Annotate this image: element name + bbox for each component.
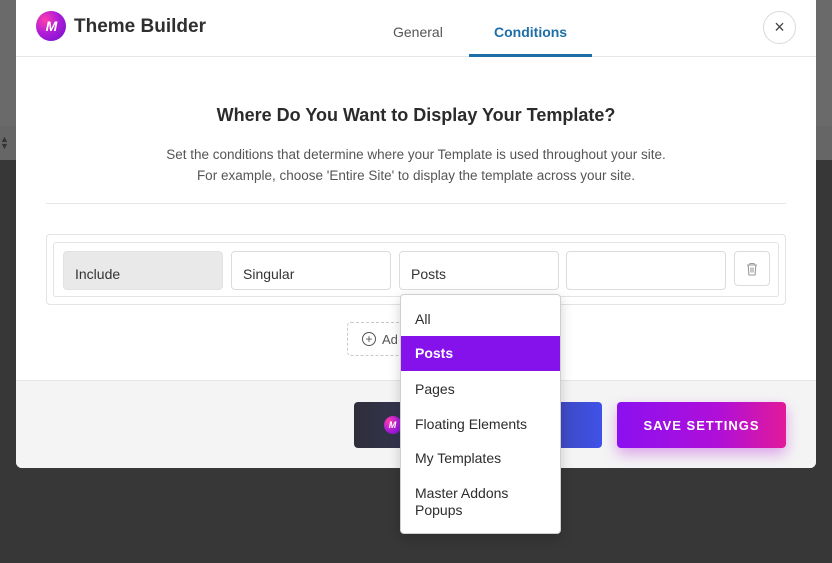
save-settings-button[interactable]: SAVE SETTINGS: [617, 402, 786, 448]
dropdown-option-posts[interactable]: Posts: [401, 336, 560, 371]
description-line-2: For example, choose 'Entire Site' to dis…: [196, 168, 636, 183]
logo-letter: M: [45, 18, 58, 34]
trash-icon: [747, 262, 757, 276]
dropdown-option-all[interactable]: All: [401, 311, 560, 327]
delete-condition-button[interactable]: [734, 251, 770, 286]
close-icon: ×: [774, 17, 785, 37]
condition-target-select[interactable]: Posts: [399, 251, 559, 290]
tab-conditions[interactable]: Conditions: [494, 24, 567, 40]
condition-extra-select[interactable]: [566, 251, 726, 290]
page-description: Set the conditions that determine where …: [16, 144, 816, 186]
dropdown-option-floating-elements[interactable]: Floating Elements: [401, 416, 560, 432]
condition-scope-select[interactable]: Singular: [231, 251, 391, 290]
modal-header: M Theme Builder General Conditions ×: [16, 0, 816, 57]
divider: [46, 203, 786, 204]
dropdown-option-pages[interactable]: Pages: [401, 381, 560, 397]
target-dropdown-menu: All Posts Pages Floating Elements My Tem…: [400, 294, 561, 534]
dropdown-option-master-addons-popups[interactable]: Master Addons Popups: [401, 485, 521, 519]
condition-type-select[interactable]: Include: [63, 251, 223, 290]
page-title: Where Do You Want to Display Your Templa…: [216, 105, 616, 125]
description-line-1: Set the conditions that determine where …: [166, 147, 666, 162]
tab-general[interactable]: General: [393, 24, 443, 40]
master-addons-logo-icon: M: [36, 11, 66, 41]
add-condition-label: Ad: [382, 331, 398, 347]
close-button[interactable]: ×: [763, 11, 796, 44]
app-title: Theme Builder: [74, 16, 206, 37]
dropdown-option-my-templates[interactable]: My Templates: [401, 450, 560, 466]
background-stepper-icon: ▲ ▼: [0, 134, 9, 151]
plus-circle-icon: +: [362, 332, 376, 346]
active-tab-indicator: [469, 54, 592, 57]
